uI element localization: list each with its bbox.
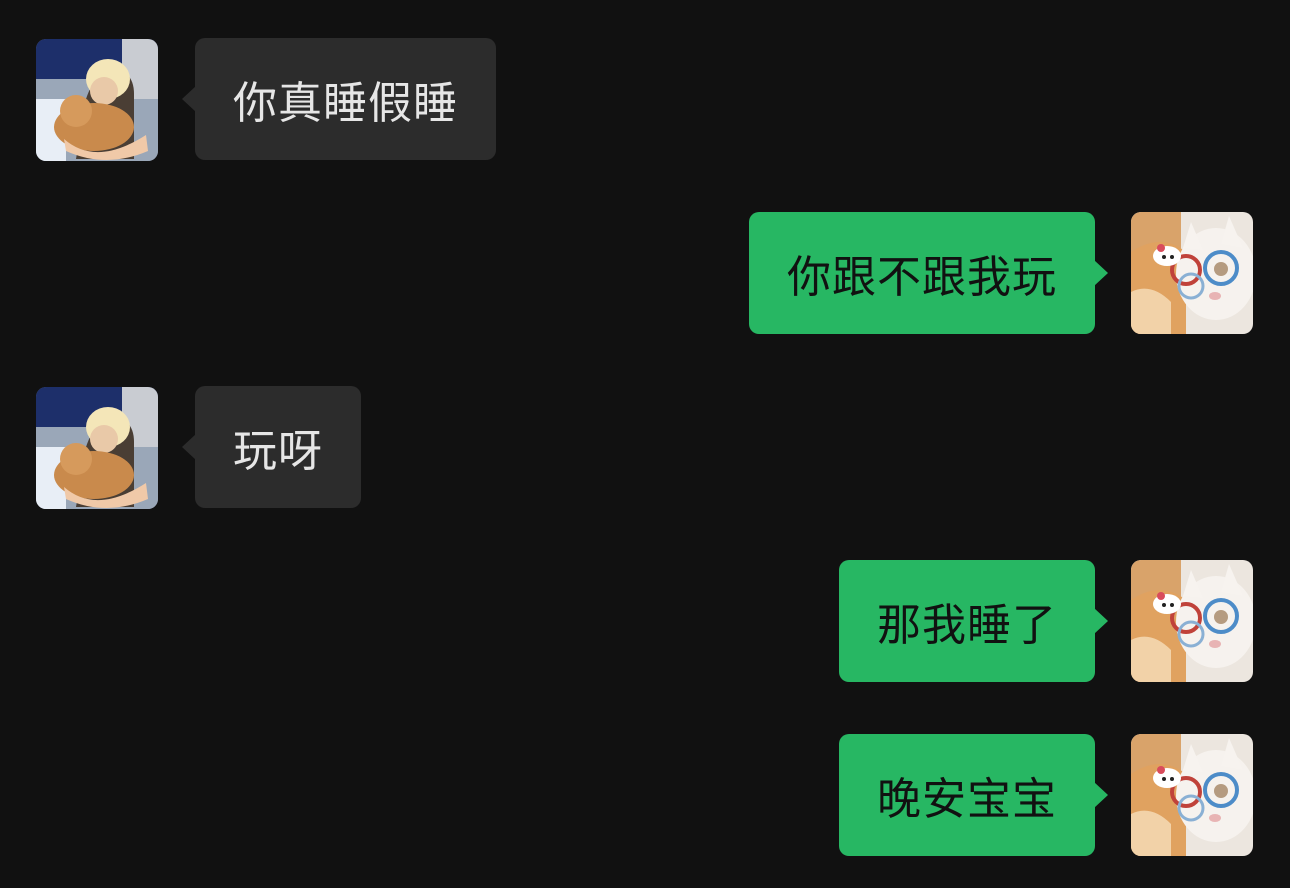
contact-avatar[interactable]: [36, 387, 158, 509]
message-bubble-outgoing[interactable]: 那我睡了: [839, 560, 1108, 682]
message-text: 晚安宝宝: [877, 774, 1057, 825]
message-text: 那我睡了: [877, 600, 1057, 651]
my-avatar[interactable]: [1131, 560, 1253, 682]
contact-avatar[interactable]: [36, 39, 158, 161]
message-text: 你真睡假睡: [233, 78, 458, 129]
my-avatar[interactable]: [1131, 734, 1253, 856]
message-bubble-incoming[interactable]: 玩呀: [182, 386, 361, 508]
message-bubble-incoming[interactable]: 你真睡假睡: [182, 38, 496, 160]
message-text: 你跟不跟我玩: [787, 252, 1057, 303]
message-bubble-outgoing[interactable]: 晚安宝宝: [839, 734, 1108, 856]
message-bubble-outgoing[interactable]: 你跟不跟我玩: [749, 212, 1108, 334]
my-avatar[interactable]: [1131, 212, 1253, 334]
message-text: 玩呀: [233, 426, 323, 477]
